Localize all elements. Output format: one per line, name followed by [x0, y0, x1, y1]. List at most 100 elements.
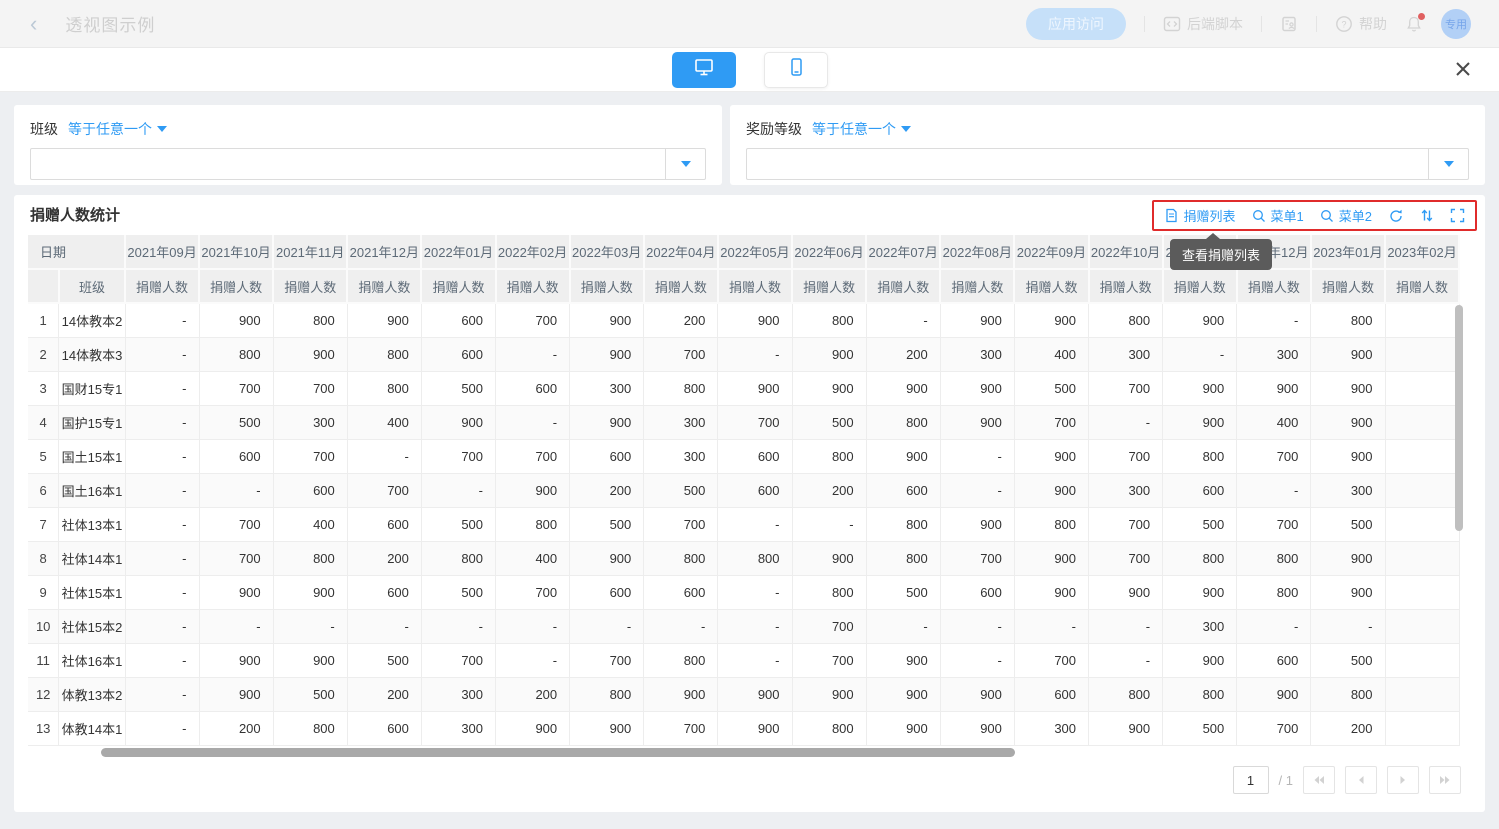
- row-number-cell: 12: [28, 677, 59, 711]
- value-cell: 900: [718, 677, 792, 711]
- value-cell: 900: [1014, 473, 1088, 507]
- value-cell: 900: [792, 371, 866, 405]
- filter-class-operator[interactable]: 等于任意一个: [68, 119, 167, 139]
- month-header: 2022年04月: [644, 235, 718, 269]
- value-cell: 600: [347, 507, 421, 541]
- value-cell: 900: [1311, 337, 1385, 371]
- avatar[interactable]: 专用: [1441, 9, 1471, 39]
- value-cell: [1385, 711, 1459, 745]
- sort-button[interactable]: [1420, 208, 1434, 223]
- filter-reward-dropdown-button[interactable]: [1428, 149, 1468, 179]
- refresh-icon: [1388, 208, 1404, 224]
- member-button[interactable]: [1280, 15, 1298, 33]
- month-header: 2021年09月: [125, 235, 199, 269]
- value-cell: 500: [1311, 507, 1385, 541]
- backend-script-label: 后端脚本: [1187, 14, 1243, 34]
- back-icon[interactable]: ‹: [30, 13, 37, 35]
- month-header: 2022年07月: [866, 235, 940, 269]
- value-cell: -: [866, 609, 940, 643]
- mobile-toggle-button[interactable]: [764, 52, 828, 88]
- svg-text:?: ?: [1341, 19, 1346, 29]
- value-cell: 600: [421, 303, 495, 337]
- value-cell: 900: [1311, 405, 1385, 439]
- filter-reward-label: 奖励等级: [746, 119, 802, 139]
- table-row: 10社体15本2---------700----300--: [28, 609, 1459, 643]
- month-header: 2022年06月: [792, 235, 866, 269]
- value-cell: 400: [1237, 405, 1311, 439]
- class-name-cell: 社体15本2: [59, 609, 125, 643]
- value-cell: -: [125, 439, 199, 473]
- row-number-cell: 9: [28, 575, 59, 609]
- month-header: 2021年12月: [347, 235, 421, 269]
- month-header: 2022年10月: [1089, 235, 1163, 269]
- row-number-cell: 2: [28, 337, 59, 371]
- value-cell: 600: [347, 575, 421, 609]
- value-cell: 900: [1311, 541, 1385, 575]
- value-cell: 900: [570, 337, 644, 371]
- fullscreen-button[interactable]: [1450, 208, 1465, 223]
- class-name-cell: 国财15专1: [59, 371, 125, 405]
- menu1-button[interactable]: 菜单1: [1252, 206, 1304, 225]
- page-total: / 1: [1279, 773, 1293, 788]
- page-number-input[interactable]: [1233, 766, 1269, 794]
- donation-list-button[interactable]: 捐赠列表: [1164, 206, 1236, 225]
- value-cell: 700: [1237, 711, 1311, 745]
- next-page-button[interactable]: [1387, 766, 1419, 794]
- value-cell: 900: [199, 677, 273, 711]
- value-cell: 500: [421, 507, 495, 541]
- value-cell: 800: [1163, 439, 1237, 473]
- value-cell: 700: [496, 303, 570, 337]
- value-cell: 300: [1163, 609, 1237, 643]
- notification-button[interactable]: [1405, 15, 1423, 33]
- backend-script-button[interactable]: 后端脚本: [1163, 14, 1243, 34]
- first-page-button[interactable]: [1303, 766, 1335, 794]
- value-cell: -: [421, 609, 495, 643]
- app-access-button[interactable]: 应用访问: [1026, 8, 1126, 40]
- vertical-scrollbar[interactable]: [1455, 305, 1463, 531]
- app-header: ‹ 透视图示例 应用访问 后端脚本 ? 帮助: [0, 0, 1499, 48]
- value-cell: 700: [199, 541, 273, 575]
- value-cell: 300: [421, 677, 495, 711]
- value-cell: 900: [347, 303, 421, 337]
- filter-reward-operator[interactable]: 等于任意一个: [812, 119, 911, 139]
- table-row: 7社体13本1-700400600500800500700--800900800…: [28, 507, 1459, 541]
- value-cell: 600: [570, 575, 644, 609]
- table-row: 4国护15专1-500300400900-9003007005008009007…: [28, 405, 1459, 439]
- month-header: 2022年03月: [570, 235, 644, 269]
- table-header-row-sub: 班级 捐赠人数捐赠人数捐赠人数捐赠人数捐赠人数捐赠人数捐赠人数捐赠人数捐赠人数捐…: [28, 269, 1459, 303]
- value-cell: 900: [1311, 371, 1385, 405]
- horizontal-scrollbar[interactable]: [101, 748, 1015, 757]
- value-cell: -: [496, 643, 570, 677]
- desktop-toggle-button[interactable]: [672, 52, 736, 88]
- menu1-label: 菜单1: [1271, 206, 1304, 225]
- value-cell: 900: [1163, 643, 1237, 677]
- pivot-table: 日期 2021年09月2021年10月2021年11月2021年12月2022年…: [28, 235, 1460, 746]
- value-cell: 900: [866, 677, 940, 711]
- value-cell: 900: [866, 643, 940, 677]
- filter-reward-input[interactable]: [747, 149, 1428, 179]
- help-button[interactable]: ? 帮助: [1335, 14, 1387, 34]
- value-cell: 300: [1089, 473, 1163, 507]
- value-cell: 600: [199, 439, 273, 473]
- value-cell: 900: [1237, 371, 1311, 405]
- topbar-actions: 应用访问 后端脚本 ? 帮助 专用: [1026, 8, 1471, 40]
- class-name-cell: 社体15本1: [59, 575, 125, 609]
- filter-class-select[interactable]: [30, 148, 706, 180]
- menu2-button[interactable]: 菜单2: [1320, 206, 1372, 225]
- value-cell: 700: [718, 405, 792, 439]
- last-page-button[interactable]: [1429, 766, 1461, 794]
- value-cell: -: [125, 643, 199, 677]
- refresh-button[interactable]: [1388, 208, 1404, 224]
- value-cell: -: [1089, 643, 1163, 677]
- value-cell: 900: [1014, 439, 1088, 473]
- close-icon[interactable]: [1453, 59, 1473, 84]
- value-cell: 700: [421, 643, 495, 677]
- filter-class-input[interactable]: [31, 149, 665, 179]
- value-cell: 300: [570, 371, 644, 405]
- metric-header: 捐赠人数: [1163, 269, 1237, 303]
- filter-reward-select[interactable]: [746, 148, 1469, 180]
- filter-class-dropdown-button[interactable]: [665, 149, 705, 179]
- donation-stats-panel: 捐赠人数统计 捐赠列表 菜单1 菜单2: [14, 195, 1485, 812]
- value-cell: 200: [347, 541, 421, 575]
- prev-page-button[interactable]: [1345, 766, 1377, 794]
